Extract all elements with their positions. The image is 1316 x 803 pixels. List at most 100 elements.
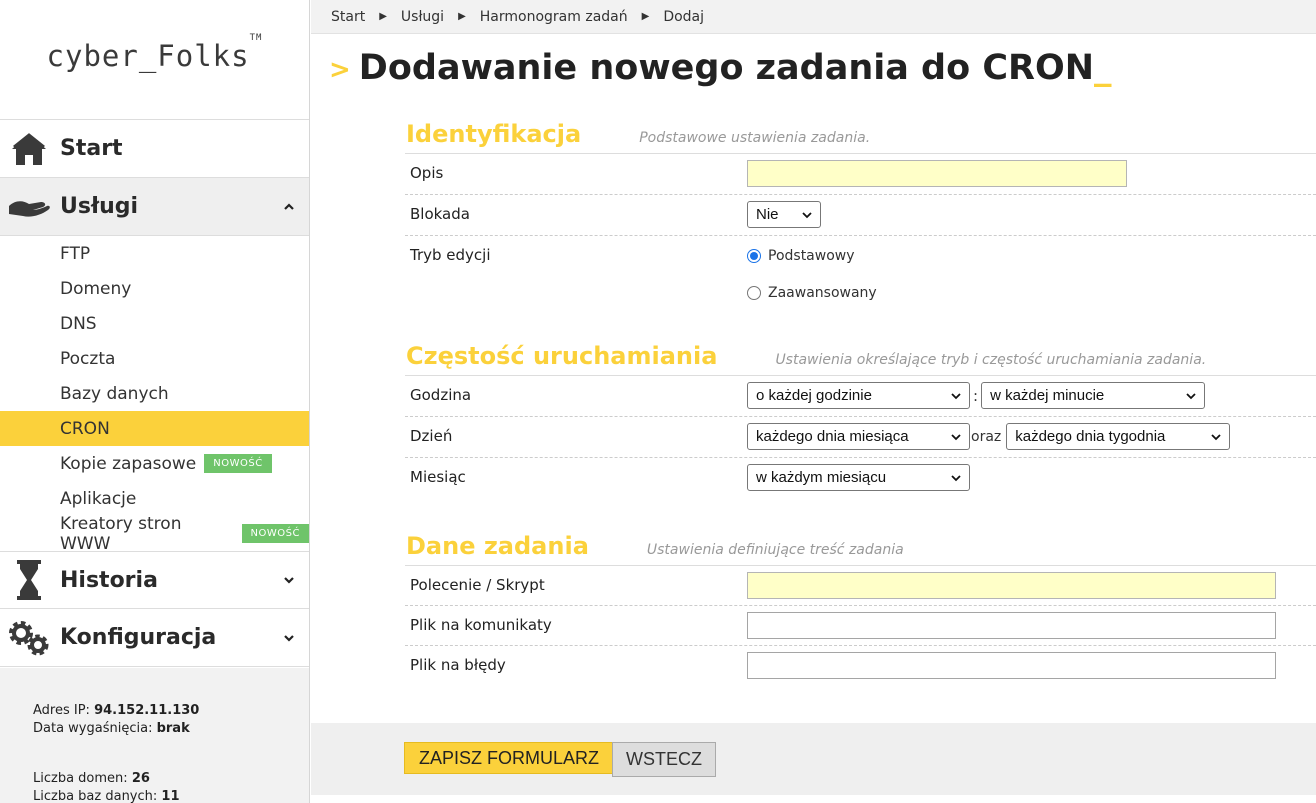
breadcrumb: Start ▶ Usługi ▶ Harmonogram zadań ▶ Dod…: [311, 0, 1316, 34]
error-file-input[interactable]: [747, 652, 1276, 679]
section-title: Dane zadania: [406, 532, 589, 560]
form-actions: ZAPISZ FORMULARZ WSTECZ: [311, 723, 1316, 795]
save-button[interactable]: ZAPISZ FORMULARZ: [404, 742, 615, 774]
field-label: Opis: [410, 164, 444, 182]
sidebar-item-label: Aplikacje: [60, 488, 137, 509]
radio-label: Zaawansowany: [768, 284, 877, 301]
nav-config[interactable]: Konfiguracja: [0, 609, 309, 667]
day-of-week-select[interactable]: każdego dnia tygodnia: [1006, 423, 1231, 450]
sidebar-item-label: CRON: [60, 418, 110, 439]
hourglass-icon: [6, 560, 52, 600]
section-header: Częstość uruchamiania Ustawienia określa…: [405, 342, 1316, 376]
back-button[interactable]: WSTECZ: [612, 742, 716, 777]
sidebar-item-label: Bazy danych: [60, 383, 169, 404]
chevron-down-icon: [1211, 433, 1221, 440]
section-header: Dane zadania Ustawienia definiujące treś…: [405, 532, 1316, 566]
sidebar-item-site-builders[interactable]: Kreatory stron WWW NOWOŚĆ: [0, 513, 309, 554]
select-value: Nie: [756, 206, 779, 223]
sidebar-item-backups[interactable]: Kopie zapasowe NOWOŚĆ: [0, 446, 309, 481]
sidebar-item-cron[interactable]: CRON: [0, 411, 309, 446]
form-row-hour: Godzina o każdej godzinie : w każdej min…: [405, 376, 1316, 417]
form-row-command: Polecenie / Skrypt: [405, 566, 1316, 606]
radio-basic-option[interactable]: Podstawowy: [747, 237, 877, 274]
select-value: w każdej minucie: [990, 387, 1105, 404]
field-label: Dzień: [410, 427, 453, 445]
sidebar-item-dns[interactable]: DNS: [0, 306, 309, 341]
databases-count-line: Liczba baz danych: 11: [33, 789, 180, 803]
field-label: Plik na komunikaty: [410, 616, 552, 634]
form-row-log-file: Plik na komunikaty: [405, 606, 1316, 646]
form-row-description: Opis: [405, 154, 1316, 195]
select-value: każdego dnia miesiąca: [756, 428, 909, 445]
radio-basic[interactable]: [747, 248, 761, 263]
nav-history[interactable]: Historia: [0, 551, 309, 609]
section-identification: Identyfikacja Podstawowe ustawienia zada…: [405, 120, 1316, 312]
sidebar-item-label: Domeny: [60, 278, 132, 299]
sidebar-item-label: Kreatory stron WWW: [60, 513, 182, 554]
chevron-up-icon: [284, 202, 294, 210]
account-info: Adres IP: 94.152.11.130 Data wygaśnięcia…: [0, 668, 309, 803]
section-title: Identyfikacja: [406, 120, 582, 148]
title-cursor: _: [1094, 48, 1112, 88]
radio-advanced-option[interactable]: Zaawansowany: [747, 274, 877, 311]
sidebar-item-domains[interactable]: Domeny: [0, 271, 309, 306]
command-input[interactable]: [747, 572, 1276, 599]
new-badge: NOWOŚĆ: [241, 524, 309, 543]
gears-icon: [6, 618, 52, 658]
services-submenu: FTP Domeny DNS Poczta Bazy danych CRON K…: [0, 236, 309, 554]
sidebar-item-apps[interactable]: Aplikacje: [0, 481, 309, 516]
home-icon: [6, 129, 52, 169]
field-label: Blokada: [410, 205, 470, 223]
form-row-mode: Tryb edycji Podstawowy Zaawansowany: [405, 236, 1316, 312]
chevron-down-icon: [1186, 392, 1196, 399]
sidebar-item-ftp[interactable]: FTP: [0, 236, 309, 271]
select-value: o każdej godzinie: [756, 387, 872, 404]
breadcrumb-scheduler[interactable]: Harmonogram zadań: [480, 9, 628, 25]
form-row-day: Dzień każdego dnia miesiąca oraz każdego…: [405, 417, 1316, 458]
month-select[interactable]: w każdym miesiącu: [747, 464, 970, 491]
chevron-right-icon: ▶: [641, 11, 650, 22]
hand-icon: [6, 187, 52, 227]
section-task: Dane zadania Ustawienia definiujące treś…: [405, 532, 1316, 686]
chevron-down-icon: [284, 577, 294, 584]
breadcrumb-services[interactable]: Usługi: [401, 9, 444, 25]
sidebar-item-label: DNS: [60, 313, 97, 334]
logo-text: cyber_FolksTM: [46, 32, 263, 73]
select-value: każdego dnia tygodnia: [1015, 428, 1166, 445]
nav-services[interactable]: Usługi: [0, 178, 309, 236]
hour-separator: :: [973, 386, 979, 405]
chevron-right-icon: ▶: [379, 11, 387, 22]
minute-select[interactable]: w każdej minucie: [981, 382, 1206, 409]
field-label: Plik na błędy: [410, 656, 506, 674]
log-file-input[interactable]: [747, 612, 1276, 639]
section-frequency: Częstość uruchamiania Ustawienia określa…: [405, 342, 1316, 499]
day-of-month-select[interactable]: każdego dnia miesiąca: [747, 423, 970, 450]
field-label: Tryb edycji: [410, 246, 491, 264]
form-row-lock: Blokada Nie: [405, 195, 1316, 236]
nav-services-label: Usługi: [60, 194, 139, 219]
breadcrumb-start[interactable]: Start: [331, 9, 365, 25]
radio-advanced[interactable]: [747, 285, 761, 300]
section-desc: Podstawowe ustawienia zadania.: [639, 130, 871, 146]
new-badge: NOWOŚĆ: [204, 454, 272, 473]
radio-label: Podstawowy: [768, 247, 855, 264]
sidebar-item-label: FTP: [60, 243, 91, 264]
nav-start[interactable]: Start: [0, 120, 309, 178]
lock-select[interactable]: Nie: [747, 201, 821, 228]
sidebar-item-mail[interactable]: Poczta: [0, 341, 309, 376]
logo[interactable]: cyber_FolksTM: [0, 0, 309, 120]
hour-select[interactable]: o każdej godzinie: [747, 382, 970, 409]
chevron-down-icon: [284, 634, 294, 642]
chevron-down-icon: [802, 211, 812, 218]
section-title: Częstość uruchamiania: [406, 342, 718, 370]
section-desc: Ustawienia określające tryb i częstość u…: [775, 352, 1207, 368]
select-value: w każdym miesiącu: [756, 469, 887, 486]
chevron-down-icon: [951, 433, 961, 440]
description-input[interactable]: [747, 160, 1127, 187]
nav-start-label: Start: [60, 136, 123, 161]
sidebar-item-databases[interactable]: Bazy danych: [0, 376, 309, 411]
title-prefix: >: [329, 55, 351, 85]
chevron-right-icon: ▶: [458, 11, 466, 22]
breadcrumb-add: Dodaj: [663, 8, 705, 25]
page-title: > Dodawanie nowego zadania do CRON _: [329, 48, 1316, 88]
